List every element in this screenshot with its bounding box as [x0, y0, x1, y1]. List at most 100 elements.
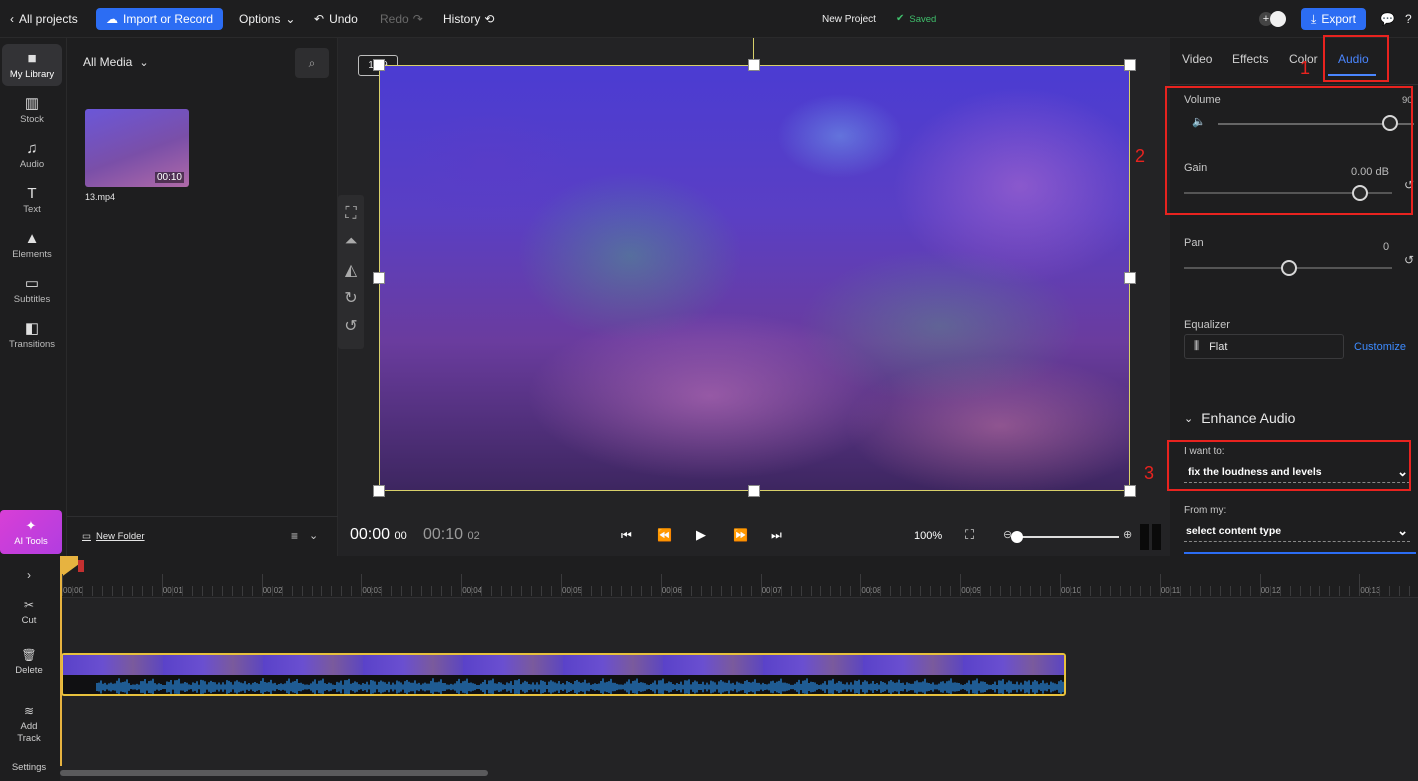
- customize-link[interactable]: Customize: [1354, 341, 1406, 353]
- music-note-icon: ♫: [26, 139, 38, 157]
- zoom-in-icon[interactable]: ⊕: [1123, 528, 1132, 541]
- undo-button[interactable]: ↶ Undo: [314, 0, 358, 38]
- ruler-minor-tick: [640, 586, 642, 596]
- ruler-minor-tick: [1179, 586, 1181, 596]
- ruler-tick-label: 00:10: [1061, 586, 1082, 595]
- chevron-down-icon: ⌄: [1184, 412, 1194, 425]
- sort-icon[interactable]: ≡: [291, 529, 298, 543]
- ruler-minor-tick: [830, 586, 832, 596]
- ruler-minor-tick: [411, 586, 413, 596]
- resize-handle[interactable]: [373, 485, 385, 497]
- ruler-minor-tick: [1169, 586, 1171, 596]
- add-track-button[interactable]: ≋ Add Track: [0, 704, 58, 745]
- back-to-projects-button[interactable]: ‹ All projects: [10, 0, 78, 38]
- nav-elements[interactable]: ▲ Elements: [2, 224, 62, 266]
- flip-vertical-icon[interactable]: ⏶: [341, 232, 361, 252]
- rotate-left-icon[interactable]: ↺: [341, 316, 361, 336]
- resize-handle[interactable]: [1124, 485, 1136, 497]
- total-time: 00:10 02: [423, 526, 480, 543]
- delete-button[interactable]: 🗑 Delete: [0, 648, 58, 676]
- audio-waveform: [96, 678, 1064, 694]
- ai-tools-button[interactable]: ✦ AI Tools: [0, 510, 62, 554]
- ruler-minor-tick: [750, 586, 752, 596]
- from-label: From my:: [1184, 505, 1227, 516]
- zoom-slider[interactable]: [1015, 536, 1119, 538]
- fit-frame-icon[interactable]: ⛶: [341, 204, 361, 224]
- enhance-audio-section[interactable]: ⌄ Enhance Audio: [1184, 410, 1295, 426]
- zoom-level[interactable]: 100%: [914, 530, 942, 542]
- resize-handle[interactable]: [748, 59, 760, 71]
- rotate-right-icon[interactable]: ↻: [341, 288, 361, 308]
- nav-subtitles[interactable]: ▭ Subtitles: [2, 269, 62, 311]
- ruler-minor-tick: [890, 586, 892, 596]
- options-menu[interactable]: Options ⌄: [239, 0, 300, 38]
- cut-button[interactable]: ✂ Cut: [0, 598, 58, 626]
- ruler-tick-label: 00:12: [1260, 586, 1281, 595]
- fast-forward-icon[interactable]: ⏩: [733, 528, 748, 542]
- scissors-icon: ✂: [23, 598, 35, 612]
- ruler-minor-tick: [1069, 586, 1071, 596]
- comments-icon[interactable]: 💬: [1380, 0, 1395, 38]
- ruler-minor-tick: [730, 586, 732, 596]
- project-name[interactable]: New Project: [822, 0, 876, 38]
- video-clip[interactable]: [61, 653, 1066, 696]
- playhead-line[interactable]: [60, 556, 62, 766]
- nav-audio[interactable]: ♫ Audio: [2, 134, 62, 176]
- resize-handle[interactable]: [373, 272, 385, 284]
- video-canvas[interactable]: [379, 65, 1130, 491]
- flip-horizontal-icon[interactable]: ◭: [341, 260, 361, 280]
- ruler-tick-label: 00:05: [562, 586, 583, 595]
- media-thumbnail-13mp4[interactable]: 00:10: [85, 109, 189, 187]
- import-or-record-button[interactable]: ☁ Import or Record: [96, 8, 224, 30]
- nav-my-library[interactable]: ■ My Library: [2, 44, 62, 86]
- skip-to-end-icon[interactable]: ⏭: [771, 528, 782, 543]
- redo-button[interactable]: Redo ↷: [380, 0, 428, 38]
- nav-transitions[interactable]: ◧ Transitions: [2, 314, 62, 356]
- nav-stock[interactable]: ▥ Stock: [2, 89, 62, 131]
- resize-handle[interactable]: [748, 485, 760, 497]
- ruler-tick-label: 00:03: [362, 586, 383, 595]
- zoom-slider-knob[interactable]: [1011, 531, 1023, 543]
- content-type-dropdown[interactable]: select content type ⌄: [1184, 521, 1410, 542]
- top-bar: ‹ All projects ☁ Import or Record Option…: [0, 0, 1418, 38]
- reset-icon[interactable]: ↺: [1404, 253, 1414, 267]
- pan-slider-knob[interactable]: [1281, 260, 1297, 276]
- ruler-minor-tick: [690, 586, 692, 596]
- new-folder-button[interactable]: ▭ New Folder: [82, 531, 145, 542]
- equalizer-dropdown[interactable]: ⫼ Flat: [1184, 334, 1344, 359]
- expand-icon[interactable]: ›: [0, 568, 58, 582]
- history-button[interactable]: History ⟲: [443, 0, 499, 38]
- rewind-icon[interactable]: ⏪: [657, 528, 672, 542]
- timeline-ruler[interactable]: 00:00 00:01 00:02 00:03 00:04 00:05 00:06 00:07…: [60, 556, 1418, 598]
- nav-text[interactable]: T Text: [2, 179, 62, 221]
- ruler-minor-tick: [1030, 586, 1032, 596]
- ruler-minor-tick: [1339, 586, 1341, 596]
- tab-video[interactable]: Video: [1182, 52, 1212, 66]
- ruler-minor-tick: [211, 586, 213, 596]
- timeline-scrollbar[interactable]: [60, 770, 488, 776]
- ruler-minor-tick: [580, 586, 582, 596]
- resize-handle[interactable]: [1124, 272, 1136, 284]
- ruler-minor-tick: [700, 586, 702, 596]
- play-icon[interactable]: ▶: [696, 527, 706, 543]
- text-icon: T: [27, 184, 37, 202]
- collaborator-avatars[interactable]: +: [1259, 0, 1286, 38]
- ruler-minor-tick: [471, 586, 473, 596]
- ruler-minor-tick: [291, 586, 293, 596]
- ruler-minor-tick: [101, 586, 103, 596]
- skip-to-start-icon[interactable]: ⏮: [621, 528, 632, 543]
- waveform-path: [96, 678, 1064, 694]
- ruler-minor-tick: [910, 586, 912, 596]
- ruler-minor-tick: [1109, 586, 1111, 596]
- media-filter-dropdown[interactable]: All Media ⌄: [83, 55, 149, 69]
- ruler-tick-label: 00:06: [661, 586, 682, 595]
- resize-handle[interactable]: [1124, 59, 1136, 71]
- help-icon[interactable]: ?: [1405, 0, 1412, 38]
- search-button[interactable]: ⌕: [295, 48, 329, 78]
- fullscreen-icon[interactable]: ⛶: [965, 527, 974, 543]
- chevron-down-icon[interactable]: ⌄: [309, 529, 318, 542]
- resize-handle[interactable]: [373, 59, 385, 71]
- settings-button[interactable]: Settings: [0, 762, 58, 773]
- export-button[interactable]: ⤓ Export: [1301, 8, 1366, 30]
- tab-effects[interactable]: Effects: [1232, 52, 1268, 66]
